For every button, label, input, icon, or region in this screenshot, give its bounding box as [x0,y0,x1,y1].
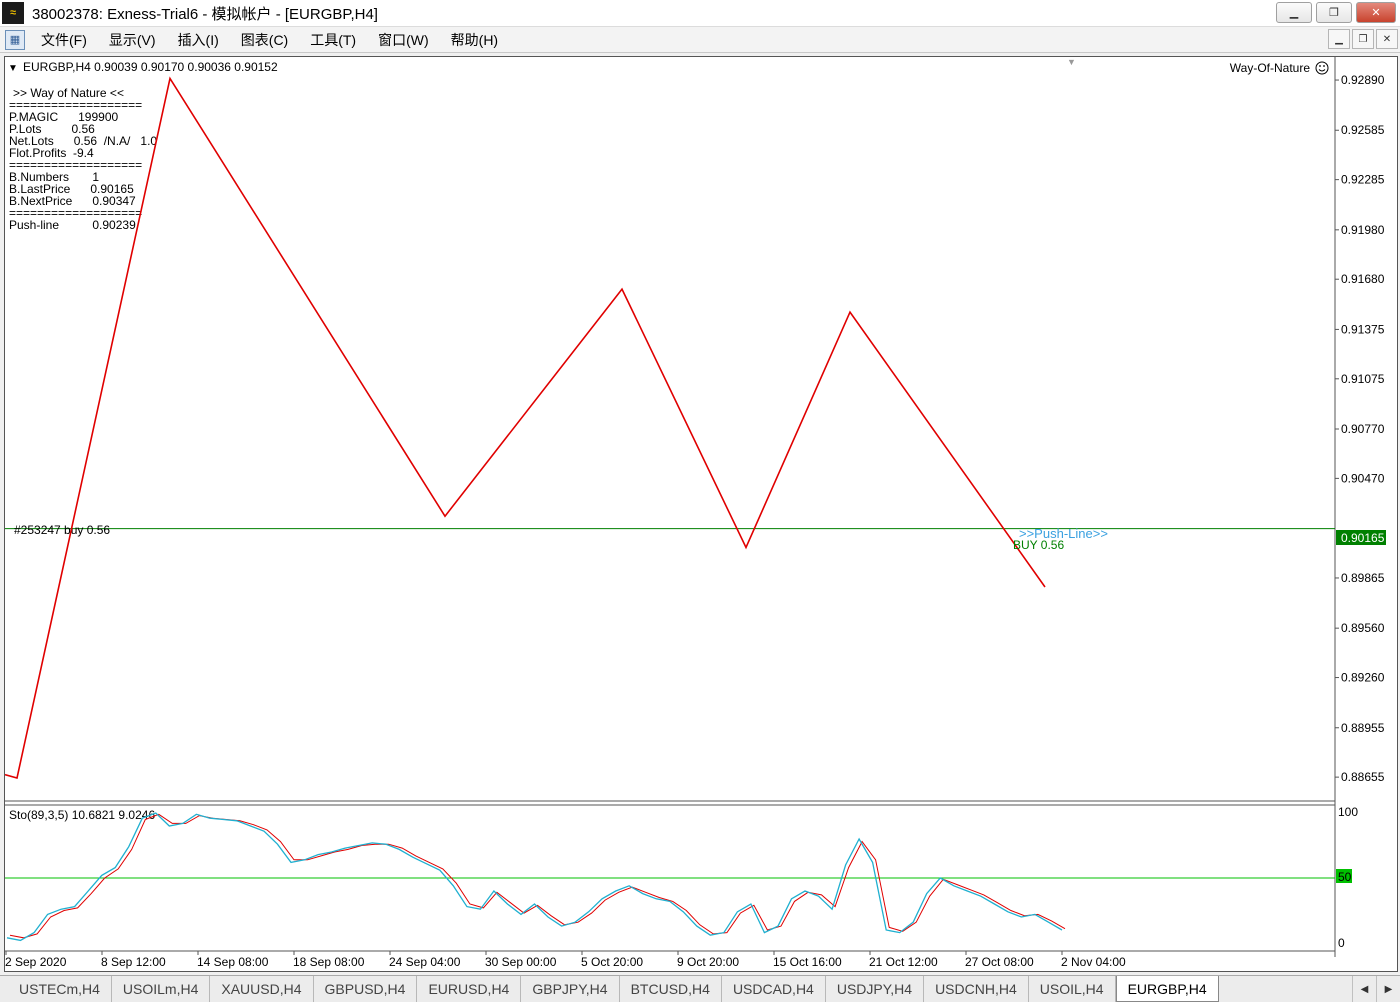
price-tick-label: 0.92890 [1341,73,1385,87]
time-tick-label: 2 Nov 04:00 [1061,955,1126,969]
window-controls: ▁ ❐ ✕ [1276,2,1396,23]
time-tick-label: 5 Oct 20:00 [581,955,643,969]
price-axis[interactable]: 0.92890 0.92585 0.92285 0.91980 0.91680 0.913… [1335,73,1385,784]
price-tick-label: 0.92585 [1341,123,1385,137]
tab-usdjpy[interactable]: USDJPY,H4 [826,976,925,1002]
order-label: #253247 buy 0.56 [14,523,110,537]
price-tick-label: 0.89865 [1341,571,1385,585]
time-tick-label: 21 Oct 12:00 [869,955,938,969]
tab-scroll: ◀ ▶ [1352,976,1400,1002]
tab-gbpusd[interactable]: GBPUSD,H4 [314,976,418,1002]
price-tick-label: 0.88655 [1341,770,1385,784]
mdi-minimize-button[interactable]: ▁ [1328,29,1350,49]
time-tick-label: 27 Oct 08:00 [965,955,1034,969]
price-tick-label: 0.89560 [1341,621,1385,635]
chart-header: EURGBP,H4 0.90039 0.90170 0.90036 0.9015… [23,60,278,74]
menu-view[interactable]: 显示(V) [103,30,162,50]
buy-label: BUY 0.56 [1013,538,1064,552]
tab-gbpjpy[interactable]: GBPJPY,H4 [521,976,620,1002]
menu-tools[interactable]: 工具(T) [304,30,362,50]
stoch-tick-50: 50 [1338,870,1352,884]
price-tick-label: 0.91680 [1341,272,1385,286]
price-tick-label: 0.90770 [1341,422,1385,436]
shift-marker-icon[interactable]: ▼ [1067,57,1076,67]
price-tick-label: 0.91075 [1341,372,1385,386]
symbol-dropdown-icon[interactable]: ▼ [8,63,18,74]
price-tick-label: 0.91980 [1341,223,1385,237]
stochastic-label: Sto(89,3,5) 10.6821 9.0246 [9,808,155,822]
scroll-left-icon[interactable]: ◀ [1352,976,1376,1002]
stoch-tick-100: 100 [1338,805,1358,819]
chart-window[interactable]: ▼ EURGBP,H4 0.90039 0.90170 0.90036 0.90… [4,56,1398,972]
menu-help[interactable]: 帮助(H) [445,30,504,50]
time-tick-label: 18 Sep 08:00 [293,955,365,969]
price-tick-label: 0.90470 [1341,471,1385,485]
stoch-tick-0: 0 [1338,936,1345,950]
tab-eurusd[interactable]: EURUSD,H4 [417,976,522,1002]
time-tick-label: 2 Sep 2020 [5,955,67,969]
title-bar: ≈ 38002378: Exness-Trial6 - 模拟帐户 - [EURG… [0,0,1400,27]
ea-name: Way-Of-Nature [1230,61,1311,75]
time-tick-label: 15 Oct 16:00 [773,955,842,969]
tab-eurgbp[interactable]: EURGBP,H4 [1115,976,1219,1002]
main-pane[interactable] [5,57,1335,801]
tab-usoil[interactable]: USOIL,H4 [1029,976,1116,1002]
time-tick-label: 8 Sep 12:00 [101,955,166,969]
tab-usdcnh[interactable]: USDCNH,H4 [924,976,1029,1002]
price-tick-label: 0.88955 [1341,721,1385,735]
menu-insert[interactable]: 插入(I) [172,30,225,50]
chart-canvas[interactable]: ▼ EURGBP,H4 0.90039 0.90170 0.90036 0.90… [4,57,1399,973]
scroll-right-icon[interactable]: ▶ [1376,976,1400,1002]
window-title: 38002378: Exness-Trial6 - 模拟帐户 - [EURGBP… [32,5,378,23]
mdi-controls: ▁ ❐ ✕ [1328,29,1398,49]
panel-line: Push-line 0.90239 [9,218,136,232]
tab-ustecm[interactable]: USTECm,H4 [8,976,112,1002]
mt4-logo-icon: ≈ [2,2,24,24]
chart-tabs: USTECm,H4 USOILm,H4 XAUUSD,H4 GBPUSD,H4 … [0,975,1400,1002]
close-button[interactable]: ✕ [1356,2,1396,23]
minimize-button[interactable]: ▁ [1276,2,1312,23]
tab-usdcad[interactable]: USDCAD,H4 [722,976,826,1002]
current-price-label: 0.90165 [1341,531,1385,545]
restore-button[interactable]: ❐ [1316,2,1352,23]
price-tick-label: 0.89260 [1341,671,1385,685]
chart-window-icon[interactable]: ▦ [5,29,25,50]
stochastic-signal-line [9,813,1066,939]
price-tick-label: 0.91375 [1341,322,1385,336]
time-tick-label: 24 Sep 04:00 [389,955,461,969]
time-axis[interactable]: 2 Sep 2020 8 Sep 12:00 14 Sep 08:00 18 Sep … [5,951,1126,969]
mdi-close-button[interactable]: ✕ [1376,29,1398,49]
mdi-restore-button[interactable]: ❐ [1352,29,1374,49]
tab-btcusd[interactable]: BTCUSD,H4 [620,976,722,1002]
price-tick-label: 0.92285 [1341,173,1385,187]
time-tick-label: 14 Sep 08:00 [197,955,269,969]
menu-bar: ▦ 文件(F) 显示(V) 插入(I) 图表(C) 工具(T) 窗口(W) 帮助… [0,27,1400,53]
tab-xauusd[interactable]: XAUUSD,H4 [210,976,314,1002]
tab-usoilm[interactable]: USOILm,H4 [112,976,211,1002]
menu-window[interactable]: 窗口(W) [372,30,435,50]
time-tick-label: 9 Oct 20:00 [677,955,739,969]
menu-charts[interactable]: 图表(C) [235,30,294,50]
menu-file[interactable]: 文件(F) [35,30,93,50]
stochastic-main-line [6,812,1063,942]
ea-info-panel: >> Way of Nature << =================== … [9,86,157,232]
time-tick-label: 30 Sep 00:00 [485,955,557,969]
